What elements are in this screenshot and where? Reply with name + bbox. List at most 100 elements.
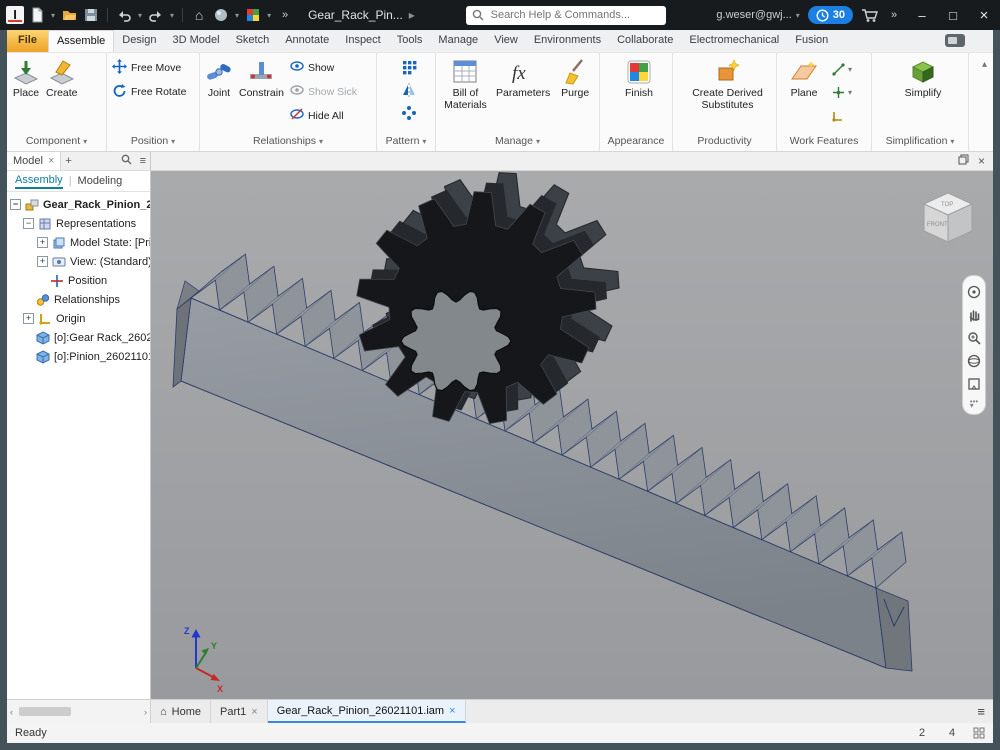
parameters-button[interactable]: fx Parameters [494,56,553,100]
doc-tabs-menu-icon[interactable]: ≡ [969,700,993,723]
redo-icon[interactable] [147,6,165,24]
material-icon[interactable] [212,6,230,24]
tree-item-relationships[interactable]: Relationships [7,290,150,309]
browser-tab-model[interactable]: Model × [7,152,61,170]
doc-restore-icon[interactable] [958,154,969,168]
tree-item-root[interactable]: − Gear_Rack_Pinion_260 [7,195,150,214]
toolbar-overflow-icon[interactable]: » [276,6,294,24]
tab-inspect[interactable]: Inspect [337,30,388,52]
tree-item-model-state[interactable]: + Model State: [Prim [7,233,150,252]
create-button[interactable]: Create [44,56,80,100]
tab-assemble[interactable]: Assemble [48,30,114,52]
undo-icon[interactable] [115,6,133,24]
expander-icon[interactable]: + [23,313,34,324]
purge-button[interactable]: Purge [554,56,596,100]
doc-tab-home[interactable]: ⌂ Home [151,700,211,723]
orbit-icon[interactable] [967,354,981,368]
inventor-logo[interactable]: I [6,6,24,24]
simplify-button[interactable]: Simplify [903,56,944,100]
create-derived-substitutes-button[interactable]: Create Derived Substitutes [682,56,774,112]
browser-menu-icon[interactable]: ≡ [136,155,150,167]
search-input[interactable] [489,8,660,22]
navbar-more-icon[interactable]: •••▾ [970,400,978,408]
plane-button[interactable]: Plane [780,56,828,100]
display-mode-icon[interactable] [945,34,965,47]
browser-hscrollbar[interactable]: ‹ › [7,700,151,723]
mirror-button[interactable] [399,79,419,101]
appearance-caret-icon[interactable]: ▾ [267,11,271,20]
tab-3d-model[interactable]: 3D Model [165,30,228,52]
cart-icon[interactable] [860,6,878,24]
show-button[interactable]: Show [288,56,359,79]
tree-item-gear-rack[interactable]: [o]:Gear Rack_260211 [7,328,150,347]
free-rotate-button[interactable]: Free Rotate [110,80,188,103]
bill-of-materials-button[interactable]: Bill of Materials [439,56,492,112]
redo-caret-icon[interactable]: ▾ [170,11,174,20]
axis-button[interactable]: ▾ [830,58,855,80]
right-overflow-icon[interactable]: » [885,6,903,24]
expander-icon[interactable]: − [10,199,21,210]
expander-icon[interactable]: + [37,256,48,267]
fullscreen-icon[interactable] [967,285,981,299]
scrollbar-thumb[interactable] [19,707,71,716]
expander-icon[interactable]: − [23,218,34,229]
tab-file[interactable]: File [7,30,48,52]
doc-tab-assembly[interactable]: Gear_Rack_Pinion_26021101.iam × [268,700,466,723]
hide-all-button[interactable]: Hide All [288,104,359,127]
browser-search-icon[interactable] [117,154,136,168]
trial-timer-badge[interactable]: 30 [808,6,853,24]
doc-tab-close-icon[interactable]: × [449,705,455,717]
joint-button[interactable]: Joint [203,56,235,100]
tab-annotate[interactable]: Annotate [277,30,337,52]
group-label-manage[interactable]: Manage▾ [436,135,599,151]
circular-pattern-button[interactable] [399,102,419,124]
material-caret-icon[interactable]: ▾ [235,11,239,20]
expander-icon[interactable]: + [37,237,48,248]
tab-environments[interactable]: Environments [526,30,609,52]
look-at-icon[interactable] [967,377,981,391]
show-sick-button[interactable]: Show Sick [288,80,359,103]
tab-fusion[interactable]: Fusion [787,30,836,52]
doc-tab-close-icon[interactable]: × [251,706,257,718]
appearance-icon[interactable] [244,6,262,24]
tab-manage[interactable]: Manage [430,30,486,52]
title-arrow-icon[interactable]: ▸ [409,8,415,22]
viewport-3d[interactable]: Z X Y TOP FRONT [151,171,993,699]
close-button[interactable]: × [972,4,996,26]
tab-electromechanical[interactable]: Electromechanical [681,30,787,52]
tab-sketch[interactable]: Sketch [228,30,278,52]
home-icon[interactable]: ⌂ [190,6,208,24]
tab-design[interactable]: Design [114,30,164,52]
open-icon[interactable] [60,6,78,24]
group-label-work-features[interactable]: Work Features [777,135,871,151]
doc-tab-part1[interactable]: Part1 × [211,700,268,723]
doc-close-icon[interactable]: × [978,154,985,168]
maximize-button[interactable]: □ [941,4,965,26]
tree-item-position[interactable]: Position [7,271,150,290]
group-label-position[interactable]: Position▾ [107,135,199,151]
rectangular-pattern-button[interactable] [399,56,419,78]
tree-item-representations[interactable]: − Representations [7,214,150,233]
save-icon[interactable] [82,6,100,24]
new-file-icon[interactable] [28,6,46,24]
finish-button[interactable]: Finish [623,56,655,100]
tab-tools[interactable]: Tools [389,30,431,52]
tree-item-origin[interactable]: + Origin [7,309,150,328]
undo-caret-icon[interactable]: ▾ [138,11,142,20]
view-cube[interactable]: TOP FRONT [915,185,981,251]
group-label-component[interactable]: Component▾ [7,135,106,151]
pan-icon[interactable] [967,308,981,322]
help-search-box[interactable] [466,6,666,25]
group-label-relationships[interactable]: Relationships▾ [200,135,376,151]
tree-item-pinion[interactable]: [o]:Pinion_26021101: [7,347,150,366]
place-button[interactable]: Place [10,56,42,100]
scroll-left-icon[interactable]: ‹ [7,707,16,717]
point-button[interactable]: ▾ [830,81,855,103]
browser-tab-close-icon[interactable]: × [48,155,54,167]
status-grid-icon[interactable] [973,727,985,739]
group-label-pattern[interactable]: Pattern▾ [377,135,435,151]
tab-view[interactable]: View [486,30,526,52]
minimize-button[interactable]: – [910,4,934,26]
free-move-button[interactable]: Free Move [110,56,183,79]
add-browser-tab-button[interactable]: + [61,155,75,167]
